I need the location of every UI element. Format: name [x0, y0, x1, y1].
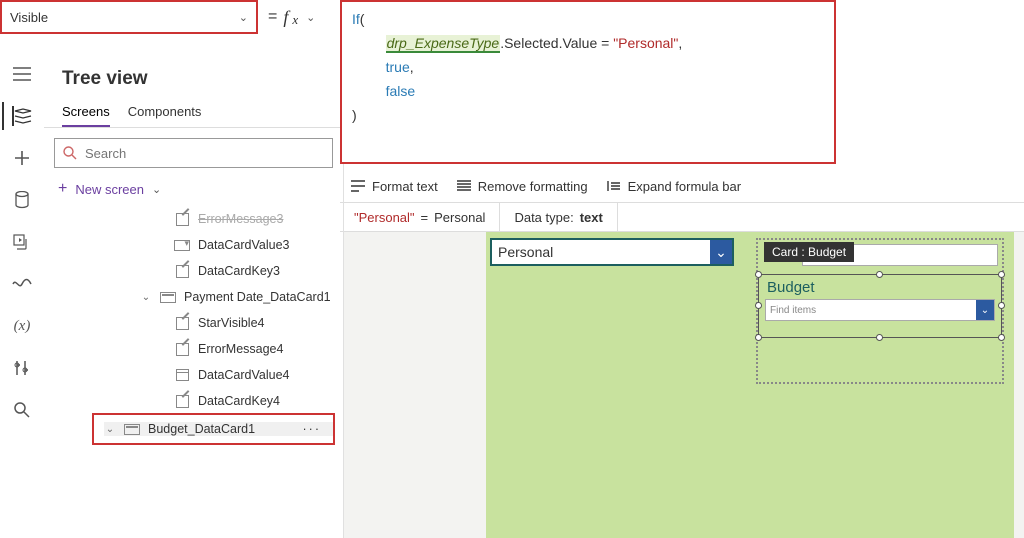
- data-type: Data type: text: [500, 203, 617, 231]
- chevron-down-icon: ⌄: [104, 424, 116, 435]
- format-icon: [350, 179, 366, 193]
- format-text-button[interactable]: Format text: [350, 179, 438, 194]
- calendar-icon: [176, 369, 189, 381]
- resize-handle[interactable]: [876, 334, 883, 341]
- new-screen-button[interactable]: + New screen ⌄: [44, 174, 343, 204]
- card-icon: [160, 292, 176, 303]
- resize-handle[interactable]: [876, 271, 883, 278]
- more-icon[interactable]: ···: [303, 422, 334, 436]
- plus-icon: +: [58, 180, 67, 198]
- resize-handle[interactable]: [755, 271, 762, 278]
- formula-toolbar: Format text Remove formatting Expand for…: [340, 172, 1024, 200]
- resize-handle[interactable]: [998, 302, 1005, 309]
- tree-item[interactable]: DataCardValue3: [44, 232, 343, 258]
- search-icon: [63, 146, 77, 160]
- nav-rail: (x): [0, 52, 44, 420]
- tree-item-group[interactable]: ⌄Payment Date_DataCard1: [44, 284, 343, 310]
- resize-handle[interactable]: [998, 271, 1005, 278]
- tree-items: ErrorMessage3 DataCardValue3 DataCardKey…: [44, 204, 343, 445]
- tab-components[interactable]: Components: [128, 98, 202, 127]
- tree-item[interactable]: StarVisible4: [44, 310, 343, 336]
- tree-item[interactable]: ErrorMessage4: [44, 336, 343, 362]
- chevron-down-icon[interactable]: ⌄: [306, 11, 315, 24]
- card-tooltip: Card : Budget: [764, 242, 854, 262]
- property-dropdown-value: Visible: [10, 10, 48, 25]
- variables-icon[interactable]: (x): [12, 316, 32, 336]
- selected-tree-item-frame: ⌄ Budget_DataCard1 ···: [92, 413, 335, 445]
- form-canvas[interactable]: Personal ⌄ Card : Budget Budget Find ite…: [486, 232, 1014, 538]
- resize-handle[interactable]: [755, 334, 762, 341]
- media-icon[interactable]: [12, 232, 32, 252]
- budget-card-title: Budget: [759, 275, 1001, 296]
- tree-item[interactable]: DataCardKey3: [44, 258, 343, 284]
- chevron-down-icon: ⌄: [140, 292, 152, 303]
- tab-screens[interactable]: Screens: [62, 98, 110, 127]
- tools-icon[interactable]: [12, 358, 32, 378]
- literal-eval: "Personal" = Personal: [340, 203, 500, 231]
- budget-card-selected[interactable]: Budget Find items ⌄: [758, 274, 1002, 338]
- property-dropdown[interactable]: Visible ⌄: [0, 0, 258, 34]
- remove-format-icon: [456, 179, 472, 193]
- hamburger-icon[interactable]: [12, 64, 32, 84]
- chevron-down-icon: ⌄: [710, 240, 732, 264]
- tree-panel: Tree view Screens Components + New scree…: [44, 52, 344, 538]
- tree-search[interactable]: [54, 138, 333, 168]
- tree-view-icon[interactable]: [12, 106, 32, 126]
- tree-item[interactable]: DataCardValue4: [44, 362, 343, 388]
- tree-item-budget[interactable]: ⌄ Budget_DataCard1 ···: [104, 422, 333, 436]
- expand-icon: [606, 179, 622, 193]
- resize-handle[interactable]: [755, 302, 762, 309]
- card-icon: [124, 424, 140, 435]
- search-icon[interactable]: [12, 400, 32, 420]
- chevron-down-icon: ⌄: [152, 183, 161, 196]
- flows-icon[interactable]: [12, 274, 32, 294]
- formula-info-row: "Personal" = Personal Data type: text: [340, 202, 1024, 232]
- tree-item[interactable]: ErrorMessage3: [44, 206, 343, 232]
- expense-type-dropdown[interactable]: Personal ⌄: [490, 238, 734, 266]
- formula-bar[interactable]: If( drp_ExpenseType.Selected.Value = "Pe…: [340, 0, 836, 164]
- label-icon: [176, 395, 189, 408]
- chevron-down-icon: ⌄: [976, 300, 994, 320]
- remove-formatting-button[interactable]: Remove formatting: [456, 179, 588, 194]
- label-icon: [176, 343, 189, 356]
- label-icon: [176, 213, 189, 226]
- chevron-down-icon: ⌄: [239, 11, 248, 24]
- resize-handle[interactable]: [998, 334, 1005, 341]
- tree-item[interactable]: DataCardKey4: [44, 388, 343, 414]
- dropdown-icon: [174, 240, 190, 251]
- budget-find-items[interactable]: Find items ⌄: [765, 299, 995, 321]
- expand-formula-button[interactable]: Expand formula bar: [606, 179, 741, 194]
- data-icon[interactable]: [12, 190, 32, 210]
- insert-icon[interactable]: [12, 148, 32, 168]
- label-icon: [176, 317, 189, 330]
- tree-title: Tree view: [44, 68, 343, 98]
- canvas-wrap: Personal ⌄ Card : Budget Budget Find ite…: [344, 232, 1024, 538]
- fx-prefix: = fx ⌄: [258, 0, 325, 34]
- tree-search-input[interactable]: [85, 146, 324, 161]
- label-icon: [176, 265, 189, 278]
